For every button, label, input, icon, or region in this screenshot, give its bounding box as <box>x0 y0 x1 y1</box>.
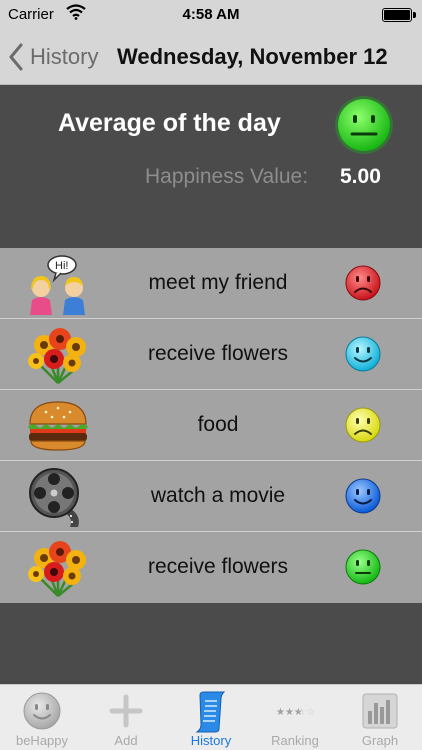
tab-bar: beHappy Add History ★★★ ☆☆ Ranking Graph <box>0 684 422 750</box>
happiness-value-label: Happiness Value: <box>145 165 309 188</box>
svg-text:Hi!: Hi! <box>55 260 68 272</box>
list-item[interactable]: Hi! meet my friend <box>0 248 422 319</box>
scroll-icon <box>191 691 231 733</box>
back-button[interactable]: History <box>8 40 98 74</box>
back-button-label: History <box>30 44 99 69</box>
tab-behappy[interactable]: beHappy <box>0 685 84 750</box>
page-title: Wednesday, November 12 <box>117 44 388 69</box>
happy-face-icon <box>344 477 382 520</box>
happiness-value: 5.00 <box>340 165 381 188</box>
day-summary: Average of the day Happiness Value: 5.00 <box>0 85 422 248</box>
status-time: 4:58 AM <box>182 6 240 23</box>
list-item[interactable]: receive flowers <box>0 532 422 603</box>
battery-icon <box>382 8 416 22</box>
smiley-icon <box>22 691 62 731</box>
tab-label: Add <box>114 733 138 748</box>
tab-label: Ranking <box>271 733 319 748</box>
empty-area <box>0 603 422 684</box>
status-bar: Carrier 4:58 AM <box>0 0 422 30</box>
svg-text:☆☆: ☆☆ <box>297 707 315 718</box>
tab-ranking[interactable]: ★★★ ☆☆ Ranking <box>253 685 337 750</box>
bar-graph-icon <box>360 691 400 731</box>
average-title: Average of the day <box>58 109 281 137</box>
stars-icon: ★★★ ☆☆ <box>275 691 315 731</box>
tab-history[interactable]: History <box>169 685 253 750</box>
friends-icon: Hi! <box>24 252 92 315</box>
film-reel-icon <box>24 465 92 528</box>
sad-face-icon <box>344 264 382 307</box>
tab-add[interactable]: Add <box>84 685 168 750</box>
average-face-icon <box>334 95 394 160</box>
plus-icon <box>106 691 146 731</box>
chevron-left-icon <box>9 43 23 71</box>
neutral-face-icon <box>344 548 382 591</box>
entry-label: watch a movie <box>150 484 286 507</box>
happy-face-icon <box>344 335 382 378</box>
entry-label: food <box>197 413 239 436</box>
entries-list: Hi! meet my friend receive flowers food … <box>0 248 422 603</box>
sad-face-icon <box>344 406 382 449</box>
navigation-bar: History Wednesday, November 12 <box>0 30 422 85</box>
tab-label: History <box>190 733 232 748</box>
entry-label: meet my friend <box>148 271 288 294</box>
tab-graph[interactable]: Graph <box>338 685 422 750</box>
burger-icon <box>24 394 92 457</box>
entry-label: receive flowers <box>147 342 289 365</box>
tab-label: Graph <box>361 733 399 748</box>
flowers-icon <box>24 323 92 386</box>
flowers-icon <box>24 536 92 599</box>
tab-label: beHappy <box>15 733 69 748</box>
list-item[interactable]: watch a movie <box>0 461 422 532</box>
list-item[interactable]: receive flowers <box>0 319 422 390</box>
list-item[interactable]: food <box>0 390 422 461</box>
entry-label: receive flowers <box>147 555 289 578</box>
